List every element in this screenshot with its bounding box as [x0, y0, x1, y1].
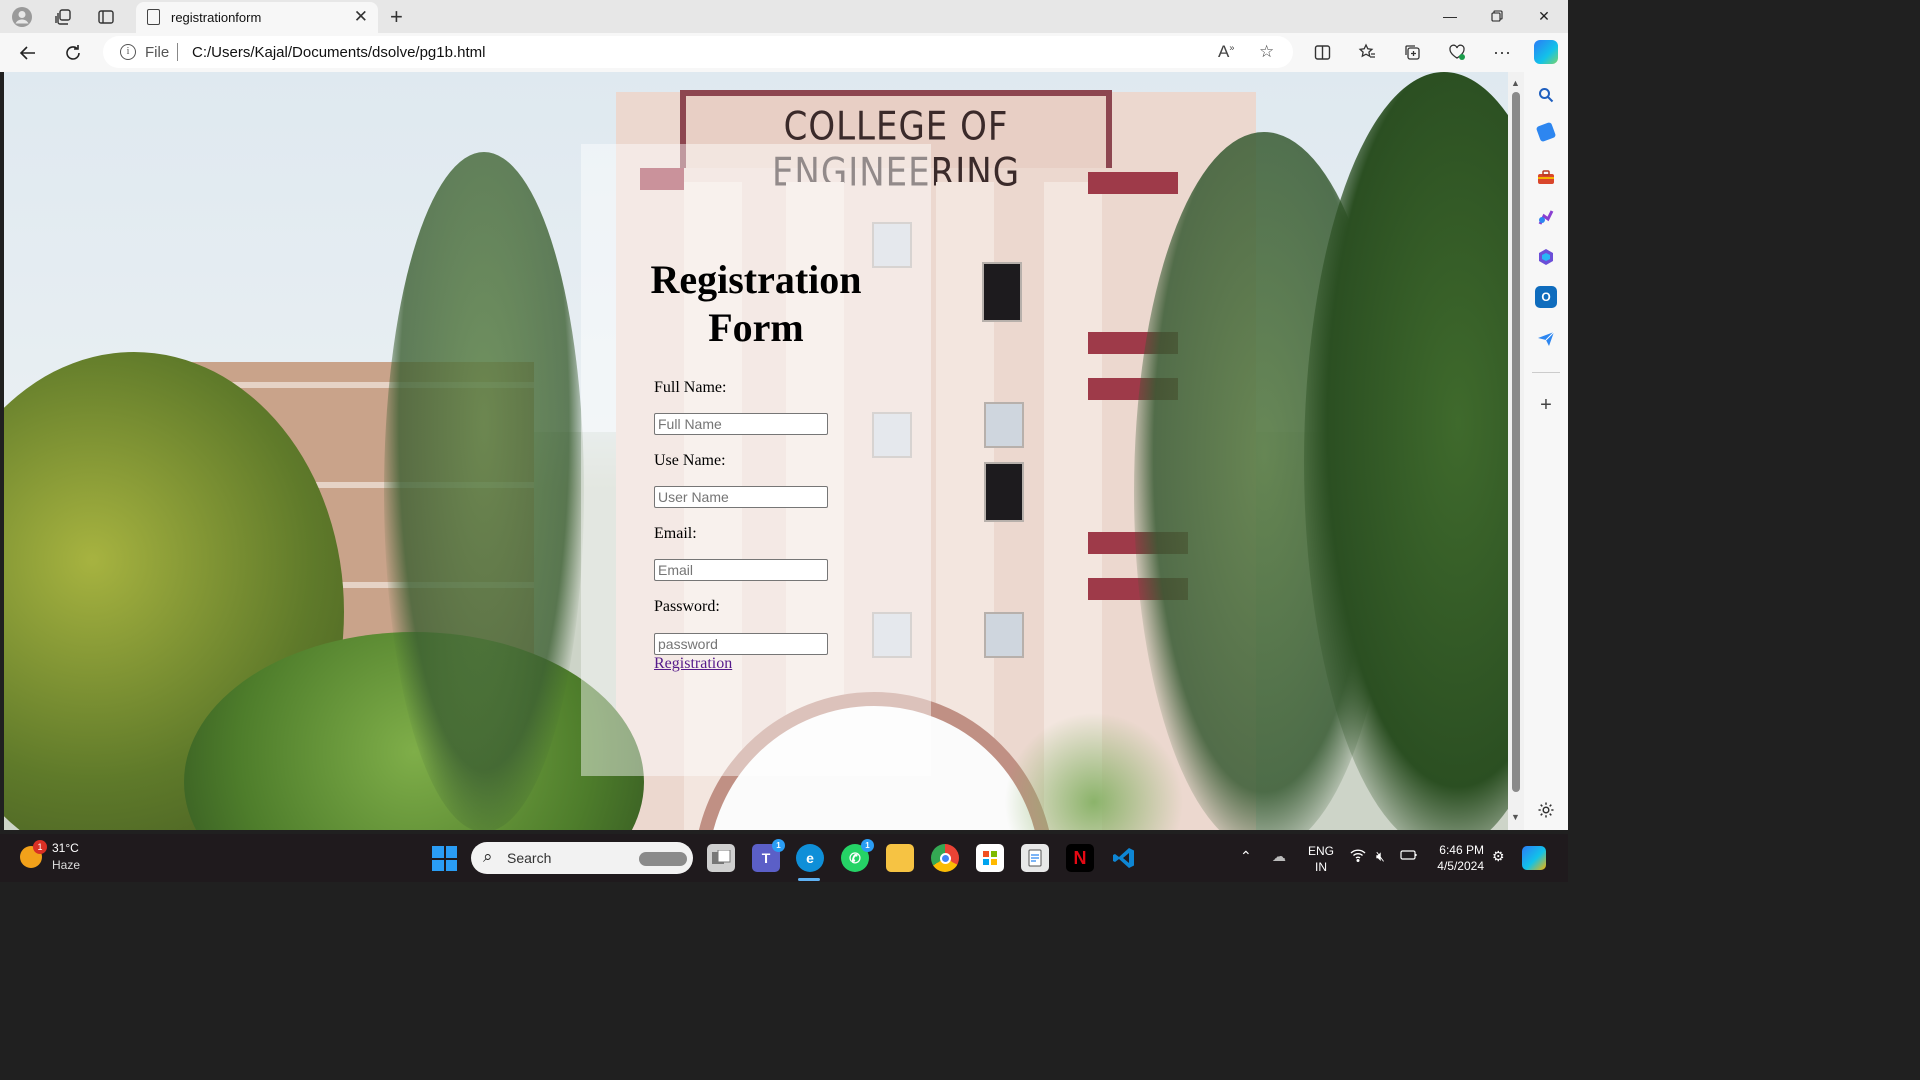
settings-gear-icon[interactable]: [1535, 799, 1557, 821]
search-icon[interactable]: [1535, 84, 1557, 106]
taskbar-search-label: Search: [507, 850, 552, 866]
password-label: Password:: [654, 598, 720, 615]
building-window: [984, 612, 1024, 658]
favorites-icon[interactable]: [1355, 40, 1379, 64]
edge-icon[interactable]: e: [796, 844, 824, 872]
background-tree: [384, 152, 584, 830]
add-icon[interactable]: +: [1535, 394, 1557, 416]
info-icon[interactable]: i: [120, 44, 136, 60]
plus-icon[interactable]: +: [390, 4, 403, 30]
read-aloud-icon[interactable]: A»: [1218, 42, 1234, 62]
split-screen-icon[interactable]: [1310, 40, 1334, 64]
form-title-line1: Registration: [650, 257, 862, 302]
profile-icon[interactable]: [9, 4, 35, 30]
whatsapp-icon[interactable]: ✆ 1: [841, 839, 874, 872]
weather-condition[interactable]: Haze: [52, 858, 80, 872]
send-icon[interactable]: [1535, 328, 1557, 350]
screen: registrationform ✕ + — ✕ i File C:/Users…: [0, 0, 1568, 882]
onedrive-icon[interactable]: ☁: [1272, 848, 1286, 865]
microsoft365-icon[interactable]: [1535, 246, 1557, 268]
form-title-line2: Form: [708, 305, 804, 350]
collections-icon[interactable]: [1400, 40, 1424, 64]
search-highlight-image: [639, 852, 687, 866]
active-tab[interactable]: registrationform ✕: [136, 2, 378, 33]
user-name-input[interactable]: [654, 486, 828, 508]
navigation-bar: i File C:/Users/Kajal/Documents/dsolve/p…: [0, 33, 1568, 72]
language-line1: ENG: [1308, 844, 1335, 858]
teams-icon[interactable]: T1: [752, 839, 785, 872]
outlook-icon[interactable]: O: [1535, 286, 1557, 308]
favorite-star-icon[interactable]: ☆: [1259, 42, 1274, 62]
building-window: [984, 462, 1024, 522]
chrome-icon[interactable]: [931, 844, 959, 872]
form-title: Registration Form: [581, 256, 931, 352]
search-icon: ⌕: [483, 847, 493, 866]
notification-gear-icon[interactable]: ⚙: [1492, 848, 1505, 865]
language-line2: IN: [1315, 860, 1327, 874]
active-app-indicator: [798, 878, 820, 881]
tab-actions-icon[interactable]: [93, 4, 119, 30]
file-explorer-icon[interactable]: [886, 844, 914, 872]
address-separator: [177, 43, 178, 61]
building-stripe: [1088, 172, 1178, 194]
scroll-up-arrow-icon[interactable]: ▲: [1511, 78, 1520, 88]
sidebar-divider: [1532, 372, 1560, 373]
refresh-icon[interactable]: [60, 40, 86, 66]
netflix-icon[interactable]: N: [1066, 844, 1094, 872]
task-view-icon[interactable]: [707, 844, 735, 872]
address-bar[interactable]: i File C:/Users/Kajal/Documents/dsolve/p…: [103, 36, 1293, 68]
building-window: [984, 402, 1024, 448]
building-window: [982, 262, 1022, 322]
page-viewport: COLLEGE OF ENGINEERING Registration Form…: [4, 72, 1508, 830]
page-icon: [147, 9, 160, 25]
whatsapp-badge: 1: [861, 839, 874, 852]
clock-time: 6:46 PM: [1439, 843, 1484, 857]
url-text[interactable]: C:/Users/Kajal/Documents/dsolve/pg1b.htm…: [192, 44, 485, 61]
windows-taskbar: 1 31°C Haze ⌕ Search T1 e ✆ 1 N ⌃ ☁ ENG …: [0, 834, 1568, 882]
full-name-input[interactable]: [654, 413, 828, 435]
games-icon[interactable]: [1535, 206, 1557, 228]
page-scrollbar[interactable]: ▲ ▼: [1508, 72, 1524, 830]
scheme-label: File: [145, 44, 170, 61]
edge-sidebar: O +: [1524, 72, 1568, 830]
copilot-icon[interactable]: [1534, 40, 1558, 64]
weather-badge: 1: [33, 840, 47, 854]
vscode-icon[interactable]: [1110, 844, 1138, 872]
registration-card: Registration Form Full Name: Use Name: E…: [581, 144, 931, 776]
show-hidden-icons-chevron-icon[interactable]: ⌃: [1240, 848, 1252, 865]
scroll-down-arrow-icon[interactable]: ▼: [1511, 812, 1520, 822]
user-name-label: Use Name:: [654, 452, 726, 469]
restore-button[interactable]: [1474, 2, 1520, 30]
windows-start-icon[interactable]: [432, 846, 457, 871]
password-input[interactable]: [654, 633, 828, 655]
tab-title: registrationform: [171, 10, 262, 25]
tab-strip: registrationform ✕ + — ✕: [0, 0, 1568, 33]
teams-badge: 1: [772, 839, 785, 852]
shopping-tag-icon[interactable]: [1535, 121, 1557, 143]
scrollbar-thumb[interactable]: [1512, 92, 1520, 792]
email-label: Email:: [654, 525, 697, 542]
notepad-icon[interactable]: [1021, 844, 1049, 872]
more-icon[interactable]: ···: [1490, 40, 1514, 64]
system-clock[interactable]: 6:46 PM 4/5/2024: [1432, 842, 1484, 874]
wifi-icon[interactable]: [1350, 848, 1366, 865]
microsoft-store-icon[interactable]: [976, 844, 1004, 872]
workspaces-icon[interactable]: [50, 4, 76, 30]
copilot-taskbar-icon[interactable]: [1522, 846, 1546, 870]
language-indicator[interactable]: ENG IN: [1308, 843, 1334, 875]
close-window-button[interactable]: ✕: [1521, 2, 1567, 30]
full-name-label: Full Name:: [654, 379, 727, 396]
clock-date: 4/5/2024: [1437, 859, 1484, 873]
battery-icon[interactable]: [1400, 848, 1418, 864]
tools-icon[interactable]: [1535, 166, 1557, 188]
speaker-muted-icon[interactable]: 🔇︎: [1376, 848, 1385, 865]
email-input[interactable]: [654, 559, 828, 581]
taskbar-search-box[interactable]: ⌕ Search: [471, 842, 693, 874]
close-icon[interactable]: ✕: [354, 7, 368, 27]
browser-essentials-icon[interactable]: [1445, 40, 1469, 64]
minimize-button[interactable]: —: [1427, 2, 1473, 30]
weather-temperature[interactable]: 31°C: [52, 841, 79, 855]
back-arrow-icon[interactable]: [15, 40, 41, 66]
registration-link[interactable]: Registration: [654, 655, 732, 673]
